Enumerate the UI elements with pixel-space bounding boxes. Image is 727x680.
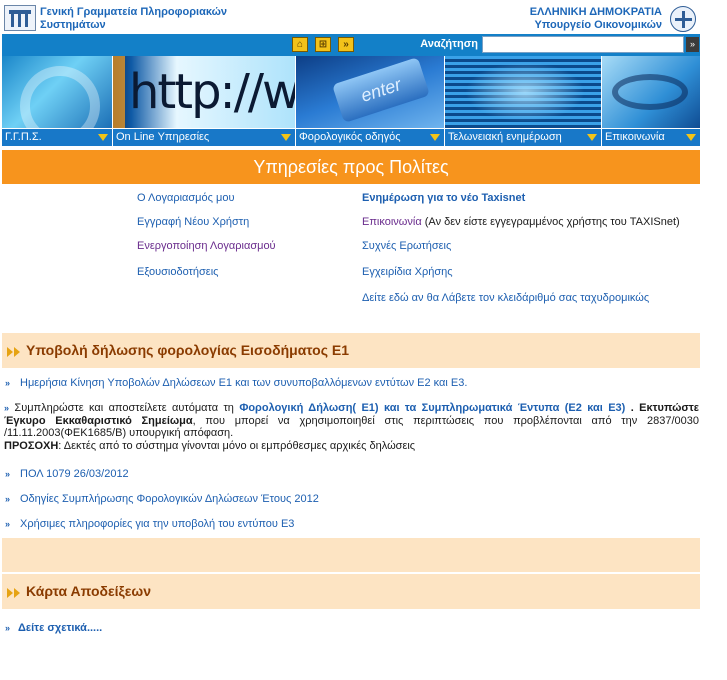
section-spacer	[2, 538, 700, 572]
activate-account-link[interactable]: Ενεργοποίηση Λογαριασμού	[137, 240, 276, 252]
banner-http-text: http://www	[129, 64, 295, 120]
banner-gsis-image	[2, 56, 112, 128]
authorizations-link[interactable]: Εξουσιοδοτήσεις	[137, 266, 218, 278]
new-taxisnet-link[interactable]: Ενημέρωση για το νέο Taxisnet	[362, 192, 525, 204]
bullet-icon: »	[4, 403, 10, 413]
contact-link[interactable]: Επικοινωνία	[362, 216, 422, 228]
bullet-icon: »	[5, 469, 11, 479]
services-title: Υπηρεσίες προς Πολίτες	[2, 150, 700, 184]
manuals-link[interactable]: Εγχειρίδια Χρήσης	[362, 266, 453, 278]
contact-row: Επικοινωνία (Αν δεν είστε εγγεγραμμένος …	[362, 216, 680, 228]
country-name: ΕΛΛΗΝΙΚΗ ΔΗΜΟΚΡΑΤΙΑ	[529, 6, 662, 18]
ministry-name: Υπουργείο Οικονομικών	[534, 19, 662, 31]
e3-info-link[interactable]: Χρήσιμες πληροφορίες για την υποβολή του…	[20, 518, 294, 530]
receipts-more-link[interactable]: Δείτε σχετικά.....	[18, 622, 102, 634]
nav-item-label: Φορολογικός οδηγός	[299, 131, 401, 143]
postal-key-link[interactable]: Δείτε εδώ αν θα Λάβετε τον κλειδάριθμό σ…	[362, 292, 649, 304]
my-account-link[interactable]: Ο Λογαριασμός μου	[137, 192, 234, 204]
para-prefix: Συμπληρώστε και αποστείλετε αυτόματα τη	[14, 402, 234, 414]
dropdown-arrow-icon	[686, 134, 696, 141]
org-title-line2: Συστημάτων	[40, 19, 106, 31]
bullet-icon: »	[5, 623, 11, 633]
bullet-icon: »	[5, 378, 11, 388]
receipts-section-title: Κάρτα Αποδείξεων	[26, 583, 152, 599]
nav-item-label: Επικοινωνία	[605, 131, 665, 143]
greek-emblem-icon	[670, 6, 696, 32]
toolbar: ⌂ ⊞ » Αναζήτηση »	[2, 34, 700, 56]
nav-item-online-services[interactable]: On Line Υπηρεσίες	[113, 129, 296, 146]
bullet-icon: »	[5, 519, 11, 529]
receipts-section-header: Κάρτα Αποδείξεων	[2, 574, 700, 609]
dropdown-arrow-icon	[587, 134, 597, 141]
sitemap-icon[interactable]: ⊞	[315, 37, 331, 52]
dropdown-arrow-icon	[98, 134, 108, 141]
e1-section-title: Υποβολή δήλωσης φορολογίας Εισοδήματος Ε…	[26, 342, 349, 358]
org-title[interactable]: Γενική Γραμματεία Πληροφοριακών Συστημάτ…	[40, 6, 260, 32]
nav-item-label: Γ.Γ.Π.Σ.	[5, 131, 42, 143]
banner-online-image: http://www	[113, 56, 295, 128]
instructions-2012-link[interactable]: Οδηγίες Συμπλήρωσης Φορολογικών Δηλώσεων…	[20, 493, 319, 505]
site-header: Γενική Γραμματεία Πληροφοριακών Συστημάτ…	[2, 4, 700, 34]
contact-note: (Αν δεν είστε εγγεγραμμένος χρήστης του …	[424, 216, 680, 228]
enter-key-text: enter	[332, 57, 430, 123]
forward-icon[interactable]: »	[338, 37, 354, 52]
bullet-icon: »	[5, 494, 11, 504]
arrow-icon	[7, 588, 13, 598]
dropdown-arrow-icon	[430, 134, 440, 141]
nav-item-label: Τελωνειακή ενημέρωση	[448, 131, 562, 143]
e1-section-header: Υποβολή δήλωσης φορολογίας Εισοδήματος Ε…	[2, 333, 700, 368]
search-label: Αναζήτηση	[420, 38, 478, 50]
dropdown-arrow-icon	[281, 134, 291, 141]
nav-item-tax-guide[interactable]: Φορολογικός οδηγός	[296, 129, 445, 146]
arrow-icon	[14, 588, 20, 598]
search-go-button[interactable]: »	[686, 37, 699, 52]
banner: http://www enter	[2, 56, 700, 128]
e1-description: » Συμπληρώστε και αποστείλετε αυτόματα τ…	[4, 402, 699, 452]
para-certificate: Έγκυρο Εκκαθαριστικό Σημείωμα	[4, 414, 193, 427]
faq-link[interactable]: Συχνές Ερωτήσεις	[362, 240, 451, 252]
ministry-title: ΕΛΛΗΝΙΚΗ ΔΗΜΟΚΡΑΤΙΑ Υπουργείο Οικονομικώ…	[530, 6, 662, 32]
para-print: . Εκτυπώστε	[630, 402, 700, 414]
page-scrollbar[interactable]	[701, 0, 727, 680]
nav-item-label: On Line Υπηρεσίες	[116, 131, 210, 143]
home-icon[interactable]: ⌂	[292, 37, 308, 52]
daily-submissions-link[interactable]: Ημερήσια Κίνηση Υποβολών Δηλώσεων Ε1 και…	[20, 377, 467, 389]
banner-customs-image	[445, 56, 601, 128]
gsis-logo-icon[interactable]	[4, 5, 36, 31]
arrow-icon	[14, 347, 20, 357]
org-title-line1: Γενική Γραμματεία Πληροφοριακών	[40, 6, 228, 18]
nav-item-gsis[interactable]: Γ.Γ.Π.Σ.	[2, 129, 113, 146]
notice-text: : Δεκτές από το σύστημα γίνονται μόνο οι…	[58, 439, 416, 452]
arrow-icon	[7, 347, 13, 357]
tax-return-link[interactable]: Φορολογική Δήλωση( Ε1) και τα Συμπληρωμα…	[239, 402, 625, 414]
nav-item-contact[interactable]: Επικοινωνία	[602, 129, 700, 146]
register-link[interactable]: Εγγραφή Νέου Χρήστη	[137, 216, 249, 228]
nav-item-customs[interactable]: Τελωνειακή ενημέρωση	[445, 129, 602, 146]
main-nav: Γ.Γ.Π.Σ. On Line Υπηρεσίες Φορολογικός ο…	[2, 129, 700, 146]
banner-tax-image: enter	[296, 56, 444, 128]
notice-label: ΠΡΟΣΟΧΗ	[4, 439, 59, 452]
banner-contact-image	[602, 56, 700, 128]
search-input[interactable]	[482, 36, 684, 53]
pol-1079-link[interactable]: ΠΟΛ 1079 26/03/2012	[20, 468, 129, 480]
